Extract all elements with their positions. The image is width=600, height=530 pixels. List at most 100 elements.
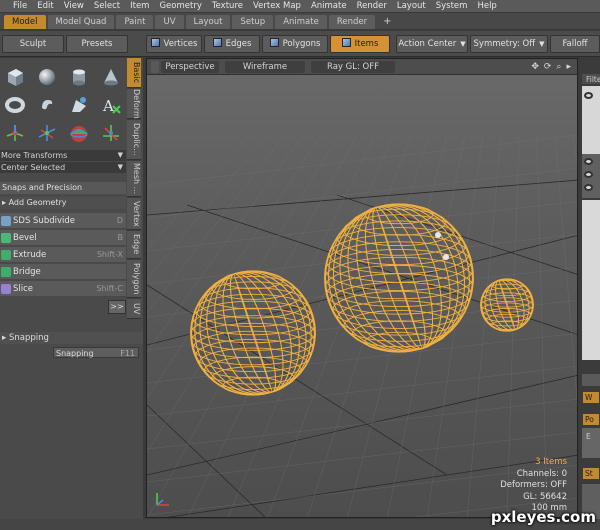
- extrude-label: Extrude: [13, 249, 47, 260]
- cube-tool-icon[interactable]: [2, 64, 28, 90]
- add-geometry-header[interactable]: ▸ Add Geometry: [0, 197, 126, 209]
- items-button[interactable]: Items: [330, 35, 390, 53]
- chevron-down-icon: ▼: [117, 151, 123, 159]
- right-panel: Filte W Po E St: [580, 58, 600, 530]
- tab-paint[interactable]: Paint: [116, 15, 154, 29]
- item-list-lower[interactable]: [582, 200, 600, 360]
- vertices-icon: [150, 38, 160, 47]
- view-mode-button[interactable]: Perspective: [161, 61, 219, 73]
- filter-bar[interactable]: Filte: [582, 74, 600, 84]
- expand-button[interactable]: >>: [108, 300, 126, 314]
- menu-edit[interactable]: Edit: [32, 1, 58, 11]
- menu-system[interactable]: System: [431, 1, 473, 11]
- tab-edge[interactable]: Edge: [127, 231, 141, 259]
- primitive-icons-row: [0, 64, 126, 90]
- sphere-tool-icon[interactable]: [34, 64, 60, 90]
- presets-button[interactable]: Presets: [66, 35, 128, 53]
- menu-select[interactable]: Select: [89, 1, 125, 11]
- action-center-dropdown[interactable]: Action Center ▼: [396, 35, 468, 53]
- extrude-tool[interactable]: Extrude Shift-X: [0, 247, 126, 263]
- tab-basic[interactable]: Basic: [127, 58, 141, 88]
- snapping-toggle[interactable]: Snapping F11: [53, 347, 139, 358]
- extrude-icon: [1, 249, 11, 260]
- visibility-eye-icon[interactable]: [584, 158, 593, 165]
- chevron-down-icon: ▼: [539, 40, 545, 48]
- bridge-tool[interactable]: Bridge: [0, 264, 126, 280]
- symmetry-label: Symmetry: Off: [473, 39, 536, 49]
- edges-button[interactable]: Edges: [204, 35, 260, 53]
- bevel-tool[interactable]: Bevel B: [0, 230, 126, 246]
- axis-gizmo-icon: [156, 493, 169, 506]
- snaps-precision-header[interactable]: Snaps and Precision: [0, 182, 126, 194]
- center-selected-label: Center Selected: [1, 163, 66, 172]
- cylinder-tool-icon[interactable]: [66, 64, 92, 90]
- slice-icon: [1, 283, 11, 294]
- vertices-label: Vertices: [163, 39, 198, 49]
- raygl-button[interactable]: Ray GL: OFF: [311, 61, 395, 73]
- text-tool-icon[interactable]: A: [98, 92, 124, 118]
- tab-deform[interactable]: Deform: [127, 89, 141, 119]
- tab-uv[interactable]: UV: [155, 15, 184, 29]
- menu-view[interactable]: View: [59, 1, 89, 11]
- w-tab[interactable]: W: [583, 392, 599, 403]
- menu-file[interactable]: File: [8, 1, 32, 11]
- menu-vertex-map[interactable]: Vertex Map: [248, 1, 306, 11]
- shading-button[interactable]: Wireframe: [225, 61, 305, 73]
- tab-vertex[interactable]: Vertex: [127, 198, 141, 230]
- st-tab[interactable]: St: [583, 468, 599, 479]
- action-center-label: Action Center: [398, 39, 457, 49]
- slice-tool[interactable]: Slice Shift-C: [0, 281, 126, 297]
- tab-layout[interactable]: Layout: [185, 15, 231, 29]
- move-tool-icon[interactable]: [2, 120, 28, 146]
- po-tab[interactable]: Po: [583, 414, 599, 425]
- tab-animate[interactable]: Animate: [275, 15, 327, 29]
- vertices-button[interactable]: Vertices: [146, 35, 202, 53]
- more-transforms-dropdown[interactable]: More Transforms ▼: [0, 150, 126, 161]
- pan-icon[interactable]: ✥: [531, 61, 539, 73]
- menu-geometry[interactable]: Geometry: [154, 1, 206, 11]
- tab-duplicate[interactable]: Duplic...: [127, 120, 141, 160]
- 3d-viewport[interactable]: Perspective Wireframe Ray GL: OFF ✥ ⟳ ⌕ …: [146, 58, 578, 518]
- capsule-tool-icon[interactable]: [34, 92, 60, 118]
- visibility-eye-icon[interactable]: [584, 184, 593, 191]
- sds-subdivide-tool[interactable]: SDS Subdivide D: [0, 213, 126, 229]
- tab-polygon[interactable]: Polygon: [127, 260, 141, 298]
- menu-layout[interactable]: Layout: [392, 1, 431, 11]
- visibility-eye-icon[interactable]: [584, 171, 593, 178]
- menu-bar: File Edit View Select Item Geometry Text…: [0, 0, 600, 12]
- menu-help[interactable]: Help: [472, 1, 501, 11]
- visibility-eye-icon[interactable]: [584, 92, 593, 99]
- rotate-tool-icon[interactable]: [34, 120, 60, 146]
- center-selected-dropdown[interactable]: Center Selected ▼: [0, 162, 126, 173]
- snapping-section-header[interactable]: ▸ Snapping: [0, 332, 143, 344]
- sds-subdivide-key: D: [116, 216, 123, 225]
- properties-fields[interactable]: E: [582, 428, 600, 458]
- pen-tool-icon[interactable]: [66, 92, 92, 118]
- scale-tool-icon[interactable]: [66, 120, 92, 146]
- left-tool-panel: A More Transforms ▼ Center Selected ▼ Snap…: [0, 58, 143, 530]
- tab-model-quad[interactable]: Model Quad: [47, 15, 115, 29]
- polygons-button[interactable]: Polygons: [262, 35, 328, 53]
- torus-tool-icon[interactable]: [2, 92, 28, 118]
- tab-render[interactable]: Render: [328, 15, 376, 29]
- viewport-expand-icon[interactable]: ▸: [566, 61, 571, 73]
- falloff-button[interactable]: Falloff: [550, 35, 600, 53]
- tab-mesh[interactable]: Mesh ...: [127, 161, 141, 197]
- add-tab-button[interactable]: +: [377, 15, 397, 29]
- menu-item[interactable]: Item: [125, 1, 154, 11]
- snapping-header-label: Snapping: [8, 333, 49, 343]
- tab-setup[interactable]: Setup: [232, 15, 274, 29]
- menu-animate[interactable]: Animate: [306, 1, 352, 11]
- transform-tool-icon[interactable]: [98, 120, 124, 146]
- tab-uv[interactable]: UV: [127, 299, 141, 319]
- menu-texture[interactable]: Texture: [207, 1, 248, 11]
- tab-model[interactable]: Model: [4, 15, 46, 29]
- menu-render[interactable]: Render: [352, 1, 392, 11]
- edges-label: Edges: [225, 39, 252, 49]
- orbit-icon[interactable]: ⟳: [544, 61, 552, 73]
- cone-tool-icon[interactable]: [98, 64, 124, 90]
- symmetry-dropdown[interactable]: Symmetry: Off ▼: [470, 35, 548, 53]
- viewport-menu-icon[interactable]: [151, 61, 159, 73]
- zoom-icon[interactable]: ⌕: [556, 61, 561, 73]
- sculpt-button[interactable]: Sculpt: [2, 35, 64, 53]
